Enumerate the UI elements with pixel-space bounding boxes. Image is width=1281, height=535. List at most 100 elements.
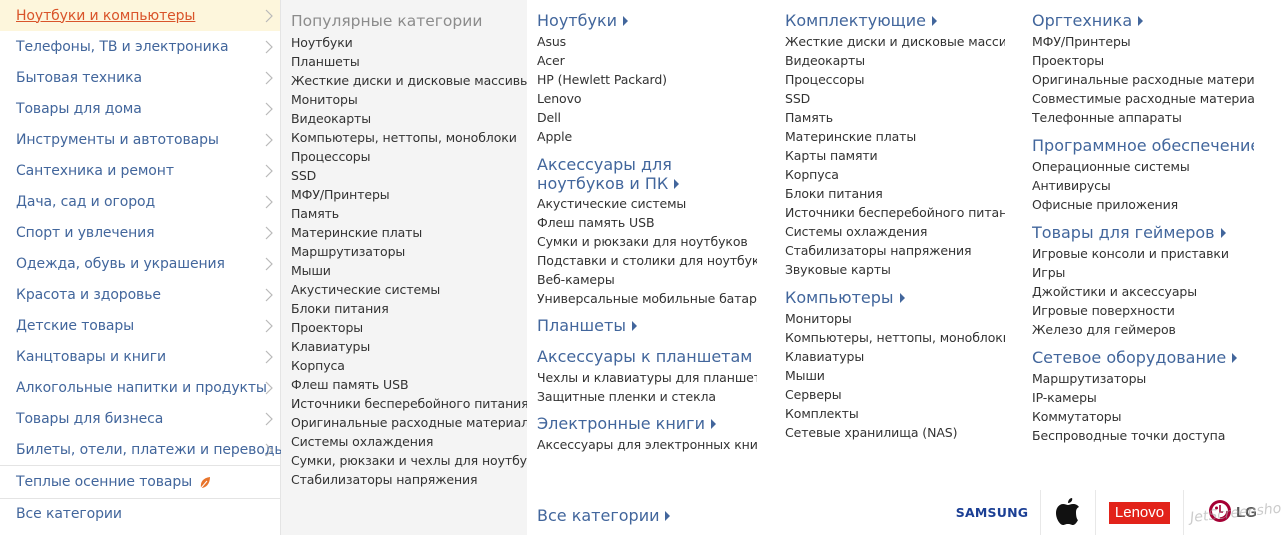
category-link[interactable]: IP-камеры: [1032, 388, 1254, 407]
popular-category-link[interactable]: МФУ/Принтеры: [291, 185, 527, 204]
category-link[interactable]: Стабилизаторы напряжения: [785, 241, 1005, 260]
category-link[interactable]: Звуковые карты: [785, 260, 1005, 279]
category-link[interactable]: Чехлы и клавиатуры для планшетов: [537, 368, 757, 387]
popular-category-link[interactable]: Акустические системы: [291, 280, 527, 299]
popular-category-link[interactable]: Материнские платы: [291, 223, 527, 242]
category-link[interactable]: Клавиатуры: [785, 347, 1005, 366]
category-link[interactable]: Мониторы: [785, 309, 1005, 328]
category-group-title[interactable]: Товары для геймеров: [1032, 223, 1254, 243]
category-link[interactable]: Dell: [537, 108, 757, 127]
category-link[interactable]: Игровые консоли и приставки: [1032, 244, 1254, 263]
sidebar-item-seasonal[interactable]: Теплые осенние товары: [0, 466, 280, 498]
popular-category-link[interactable]: Стабилизаторы напряжения: [291, 470, 527, 489]
category-link[interactable]: Маршрутизаторы: [1032, 369, 1254, 388]
sidebar-item[interactable]: Красота и здоровье: [0, 279, 280, 310]
category-link[interactable]: Lenovo: [537, 89, 757, 108]
category-link[interactable]: Системы охлаждения: [785, 222, 1005, 241]
category-group-title[interactable]: Компьютеры: [785, 288, 1005, 308]
category-link[interactable]: МФУ/Принтеры: [1032, 32, 1254, 51]
category-link[interactable]: Беспроводные точки доступа: [1032, 426, 1254, 445]
popular-category-link[interactable]: Планшеты: [291, 52, 527, 71]
category-link[interactable]: Комплекты: [785, 404, 1005, 423]
sidebar-item[interactable]: Детские товары: [0, 310, 280, 341]
popular-category-link[interactable]: Блоки питания: [291, 299, 527, 318]
popular-category-link[interactable]: SSD: [291, 166, 527, 185]
category-link[interactable]: Мыши: [785, 366, 1005, 385]
category-group-title[interactable]: Аксессуары для ноутбуков и ПК: [537, 155, 757, 193]
category-link[interactable]: Компьютеры, неттопы, моноблоки: [785, 328, 1005, 347]
sidebar-item[interactable]: Одежда, обувь и украшения: [0, 248, 280, 279]
popular-category-link[interactable]: Видеокарты: [291, 109, 527, 128]
popular-category-link[interactable]: Клавиатуры: [291, 337, 527, 356]
category-link[interactable]: Видеокарты: [785, 51, 1005, 70]
category-group-title[interactable]: Электронные книги: [537, 414, 757, 434]
category-link[interactable]: Подставки и столики для ноутбуков: [537, 251, 757, 270]
category-link[interactable]: Материнские платы: [785, 127, 1005, 146]
popular-category-link[interactable]: Ноутбуки: [291, 33, 527, 52]
category-link[interactable]: Джойстики и аксессуары: [1032, 282, 1254, 301]
category-link[interactable]: Веб-камеры: [537, 270, 757, 289]
category-link[interactable]: Игры: [1032, 263, 1254, 282]
sidebar-item[interactable]: Алкогольные напитки и продукты: [0, 372, 280, 403]
category-link[interactable]: Asus: [537, 32, 757, 51]
category-link[interactable]: Телефонные аппараты: [1032, 108, 1254, 127]
apple-brand-link[interactable]: [1040, 490, 1095, 535]
category-link[interactable]: SSD: [785, 89, 1005, 108]
category-link[interactable]: Защитные пленки и стекла: [537, 387, 757, 406]
sidebar-item[interactable]: Телефоны, ТВ и электроника: [0, 31, 280, 62]
category-link[interactable]: Источники бесперебойного питания: [785, 203, 1005, 222]
category-link[interactable]: HP (Hewlett Packard): [537, 70, 757, 89]
popular-category-link[interactable]: Процессоры: [291, 147, 527, 166]
category-link[interactable]: Офисные приложения: [1032, 195, 1254, 214]
category-link[interactable]: Флеш память USB: [537, 213, 757, 232]
category-link[interactable]: Железо для геймеров: [1032, 320, 1254, 339]
lg-brand-link[interactable]: LG: [1183, 490, 1281, 535]
popular-category-link[interactable]: Жесткие диски и дисковые массивы: [291, 71, 527, 90]
category-link[interactable]: Серверы: [785, 385, 1005, 404]
sidebar-item[interactable]: Товары для дома: [0, 93, 280, 124]
samsung-brand-link[interactable]: SAMSUNG: [944, 490, 1040, 535]
popular-category-link[interactable]: Мыши: [291, 261, 527, 280]
category-link[interactable]: Операционные системы: [1032, 157, 1254, 176]
category-link[interactable]: Apple: [537, 127, 757, 146]
popular-category-link[interactable]: Корпуса: [291, 356, 527, 375]
category-link[interactable]: Карты памяти: [785, 146, 1005, 165]
category-link[interactable]: Совместимые расходные материалы: [1032, 89, 1254, 108]
sidebar-item-all-categories[interactable]: Все категории: [0, 499, 280, 529]
category-group-title[interactable]: Ноутбуки: [537, 11, 757, 31]
popular-category-link[interactable]: Системы охлаждения: [291, 432, 527, 451]
all-categories-link[interactable]: Все категории: [537, 506, 671, 525]
category-link[interactable]: Корпуса: [785, 165, 1005, 184]
category-link[interactable]: Жесткие диски и дисковые массивы: [785, 32, 1005, 51]
sidebar-item[interactable]: Спорт и увлечения: [0, 217, 280, 248]
popular-category-link[interactable]: Мониторы: [291, 90, 527, 109]
category-link[interactable]: Оригинальные расходные материалы: [1032, 70, 1254, 89]
category-group-title[interactable]: Программное обеспечение: [1032, 136, 1254, 156]
category-link[interactable]: Коммутаторы: [1032, 407, 1254, 426]
sidebar-item[interactable]: Канцтовары и книги: [0, 341, 280, 372]
popular-category-link[interactable]: Маршрутизаторы: [291, 242, 527, 261]
category-group-title[interactable]: Аксессуары к планшетам: [537, 347, 757, 367]
sidebar-item[interactable]: Товары для бизнеса: [0, 403, 280, 434]
popular-category-link[interactable]: Проекторы: [291, 318, 527, 337]
category-link[interactable]: Аксессуары для электронных книг: [537, 435, 757, 454]
popular-category-link[interactable]: Компьютеры, неттопы, моноблоки: [291, 128, 527, 147]
sidebar-item[interactable]: Дача, сад и огород: [0, 186, 280, 217]
sidebar-item[interactable]: Бытовая техника: [0, 62, 280, 93]
popular-category-link[interactable]: Источники бесперебойного питания: [291, 394, 527, 413]
category-link[interactable]: Универсальные мобильные батареи: [537, 289, 757, 308]
category-link[interactable]: Акустические системы: [537, 194, 757, 213]
category-link[interactable]: Сетевые хранилища (NAS): [785, 423, 1005, 442]
sidebar-item[interactable]: Инструменты и автотовары: [0, 124, 280, 155]
category-group-title[interactable]: Комплектующие: [785, 11, 1005, 31]
sidebar-item[interactable]: Сантехника и ремонт: [0, 155, 280, 186]
lenovo-brand-link[interactable]: Lenovo: [1095, 490, 1183, 535]
category-group-title[interactable]: Планшеты: [537, 316, 757, 336]
category-link[interactable]: Антивирусы: [1032, 176, 1254, 195]
category-link[interactable]: Игровые поверхности: [1032, 301, 1254, 320]
popular-category-link[interactable]: Оригинальные расходные материалы: [291, 413, 527, 432]
category-link[interactable]: Процессоры: [785, 70, 1005, 89]
category-link[interactable]: Сумки и рюкзаки для ноутбуков: [537, 232, 757, 251]
popular-category-link[interactable]: Память: [291, 204, 527, 223]
category-link[interactable]: Acer: [537, 51, 757, 70]
